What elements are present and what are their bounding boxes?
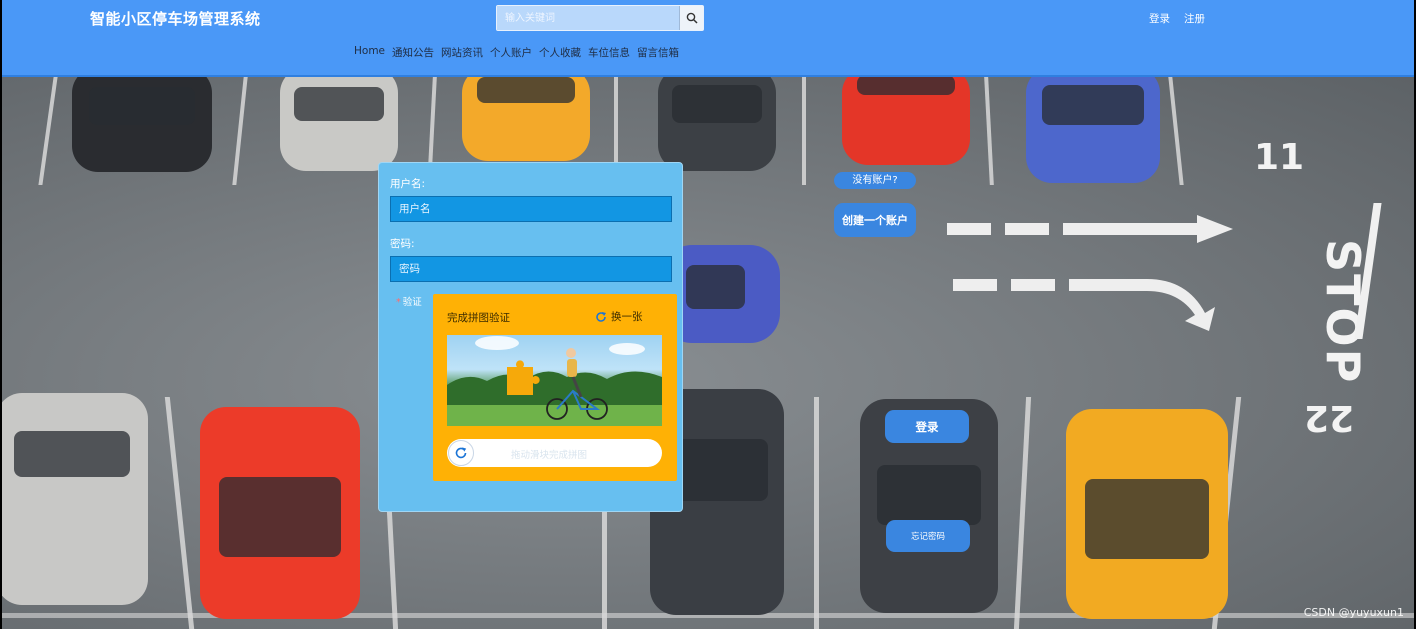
lane-line bbox=[984, 77, 994, 185]
nav-item-notices[interactable]: 通知公告 bbox=[392, 45, 434, 60]
captcha-refresh-button[interactable]: 换一张 bbox=[595, 309, 643, 324]
captcha-refresh-label: 换一张 bbox=[611, 311, 643, 323]
captcha-title: 完成拼图验证 bbox=[447, 312, 510, 324]
top-header: 智能小区停车场管理系统 登录 注册 Home 通知公告 网站资讯 个人账户 个人… bbox=[2, 0, 1414, 77]
parked-car bbox=[1026, 77, 1160, 183]
captcha-puzzle-image bbox=[447, 335, 662, 426]
parked-car bbox=[200, 407, 360, 619]
captcha-slider-track[interactable]: 拖动滑块完成拼图 bbox=[447, 439, 662, 467]
lane-line bbox=[802, 77, 806, 185]
parked-car bbox=[842, 77, 970, 165]
lane-line bbox=[38, 77, 58, 185]
header-login-link[interactable]: 登录 bbox=[1149, 11, 1170, 26]
csdn-watermark: CSDN @yuyuxun1 bbox=[1303, 606, 1404, 619]
parked-car bbox=[1066, 409, 1228, 619]
parked-car bbox=[462, 77, 590, 161]
create-account-button[interactable]: 创建一个账户 bbox=[834, 203, 916, 237]
header-register-link[interactable]: 注册 bbox=[1184, 11, 1205, 26]
lane-line bbox=[814, 397, 819, 629]
login-panel: 用户名: 密码: *验证 完成拼图验证 换一张 bbox=[378, 162, 683, 512]
search-icon bbox=[686, 12, 698, 24]
auth-links: 登录 注册 bbox=[1149, 11, 1205, 26]
puzzle-captcha: 完成拼图验证 换一张 拖动滑块完成拼图 bbox=[433, 294, 677, 481]
parked-car bbox=[658, 77, 776, 171]
slider-hint-text: 拖动滑块完成拼图 bbox=[511, 450, 588, 461]
verify-label-text: 验证 bbox=[402, 297, 422, 308]
nav-item-home[interactable]: Home bbox=[354, 45, 385, 60]
site-title: 智能小区停车场管理系统 bbox=[90, 10, 261, 28]
search-box bbox=[496, 5, 704, 31]
refresh-icon bbox=[596, 311, 606, 322]
password-input[interactable] bbox=[390, 256, 672, 282]
captcha-slider-handle[interactable] bbox=[448, 440, 474, 466]
captcha-scene-graphic bbox=[447, 336, 662, 426]
username-label: 用户名: bbox=[390, 178, 426, 190]
search-input[interactable] bbox=[497, 6, 679, 30]
lane-line bbox=[1168, 77, 1184, 185]
parked-car bbox=[280, 77, 398, 171]
road-arrows bbox=[947, 215, 1233, 331]
verify-label: * 验证 bbox=[396, 294, 422, 308]
no-account-text: 没有账户? bbox=[834, 172, 916, 189]
nav-item-favorites[interactable]: 个人收藏 bbox=[539, 45, 581, 60]
road-number-11: 11 bbox=[1254, 137, 1305, 178]
required-star: * bbox=[396, 297, 401, 308]
slider-refresh-icon bbox=[455, 447, 467, 459]
main-nav: Home 通知公告 网站资讯 个人账户 个人收藏 车位信息 留言信箱 bbox=[354, 45, 679, 60]
password-label: 密码: bbox=[390, 238, 415, 250]
parked-car bbox=[72, 77, 212, 172]
lane-line bbox=[164, 397, 195, 629]
nav-item-parking-spots[interactable]: 车位信息 bbox=[588, 45, 630, 60]
nav-item-account[interactable]: 个人账户 bbox=[490, 45, 532, 60]
lane-line bbox=[1013, 397, 1032, 629]
nav-item-news[interactable]: 网站资讯 bbox=[441, 45, 483, 60]
lane-line bbox=[232, 77, 248, 185]
login-button[interactable]: 登录 bbox=[885, 410, 969, 443]
username-input[interactable] bbox=[390, 196, 672, 222]
forgot-password-button[interactable]: 忘记密码 bbox=[886, 520, 970, 552]
parked-car bbox=[2, 393, 148, 605]
nav-item-message-box[interactable]: 留言信箱 bbox=[637, 45, 679, 60]
search-button[interactable] bbox=[679, 6, 703, 30]
road-number-22: 22 bbox=[1304, 397, 1355, 438]
parking-lot-background: 11 22 STOP bbox=[2, 77, 1414, 629]
